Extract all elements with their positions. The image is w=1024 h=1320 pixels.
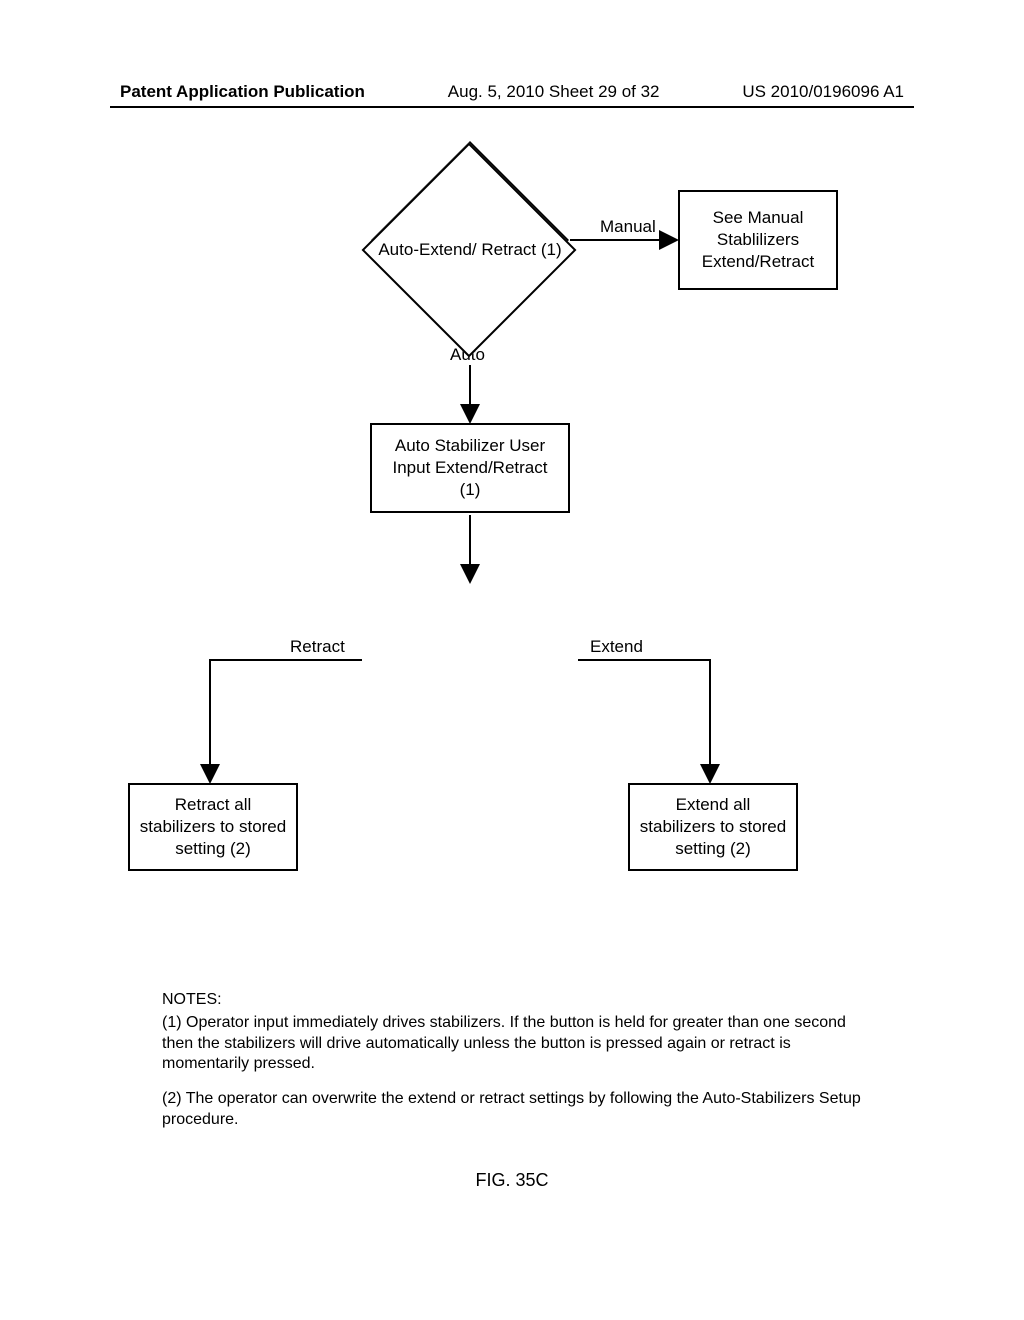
manual-ref-box: See Manual Stablilizers Extend/Retract <box>678 190 838 290</box>
page-header: Patent Application Publication Aug. 5, 2… <box>0 82 1024 102</box>
header-rule <box>110 106 914 108</box>
manual-ref-text: See Manual Stablilizers Extend/Retract <box>688 207 828 273</box>
header-left: Patent Application Publication <box>120 82 365 102</box>
notes-section: NOTES: (1) Operator input immediately dr… <box>162 990 872 1145</box>
figure-caption: FIG. 35C <box>0 1170 1024 1191</box>
extend-box: Extend all stabilizers to stored setting… <box>628 783 798 871</box>
edge-label-manual: Manual <box>600 217 656 237</box>
flowchart: Auto/Manual Stabilizers See Manual Stabl… <box>110 175 914 935</box>
header-right: US 2010/0196096 A1 <box>742 82 904 102</box>
edge-label-retract: Retract <box>290 637 345 657</box>
retract-box: Retract all stabilizers to stored settin… <box>128 783 298 871</box>
auto-input-text: Auto Stabilizer User Input Extend/Retrac… <box>380 435 560 501</box>
header-center: Aug. 5, 2010 Sheet 29 of 32 <box>448 82 660 102</box>
notes-title: NOTES: <box>162 990 872 1011</box>
edge-label-extend: Extend <box>590 637 643 657</box>
retract-text: Retract all stabilizers to stored settin… <box>138 794 288 860</box>
decision-extend-retract-label: Auto-Extend/ Retract (1) <box>360 175 580 325</box>
extend-text: Extend all stabilizers to stored setting… <box>638 794 788 860</box>
note-1: (1) Operator input immediately drives st… <box>162 1013 872 1075</box>
note-2: (2) The operator can overwrite the exten… <box>162 1089 872 1131</box>
auto-input-box: Auto Stabilizer User Input Extend/Retrac… <box>370 423 570 513</box>
